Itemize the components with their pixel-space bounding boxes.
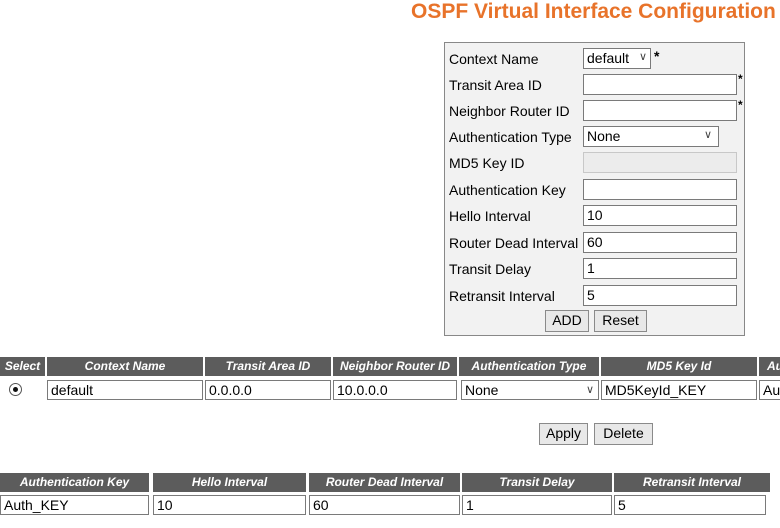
required-marker: * [738, 98, 743, 112]
authentication-type-select[interactable]: None ∨ [583, 126, 719, 147]
col-header-neighbor-router-id: Neighbor Router ID [333, 357, 457, 376]
col-header-router-dead-interval: Router Dead Interval [309, 473, 460, 492]
row-retransit-interval[interactable]: 5 [614, 495, 766, 515]
md5-key-id-input [583, 152, 737, 173]
authentication-type-value: None [587, 128, 621, 144]
neighbor-router-id-input[interactable] [583, 100, 737, 121]
row-transit-delay[interactable]: 1 [462, 495, 612, 515]
retransit-interval-row: Retransit Interval 5 [445, 283, 744, 309]
transit-delay-row: Transit Delay 1 [445, 256, 744, 282]
col-header-hello-interval: Hello Interval [153, 473, 306, 492]
hello-interval-label: Hello Interval [449, 208, 531, 224]
col-header-md5-key-id: MD5 Key Id [601, 357, 757, 376]
required-marker: * [738, 72, 743, 86]
col-header-context-name: Context Name [47, 357, 203, 376]
row-router-dead-interval[interactable]: 60 [309, 495, 460, 515]
required-marker: * [654, 48, 660, 64]
page-title: OSPF Virtual Interface Configuration [411, 0, 776, 23]
transit-delay-input[interactable]: 1 [583, 258, 737, 279]
authentication-key-label: Authentication Key [449, 182, 566, 198]
row-authentication-type-select[interactable]: None ∨ [461, 380, 599, 400]
context-name-select[interactable]: default ∨ [583, 48, 651, 69]
col-header-retransit-interval: Retransit Interval [614, 473, 770, 492]
row-authentication-type-value: None [465, 382, 499, 398]
reset-button[interactable]: Reset [594, 310, 647, 332]
transit-area-id-input[interactable] [583, 74, 737, 95]
authentication-key-row: Authentication Key [445, 177, 744, 203]
col-header-authentication-key: Authentication Key [0, 473, 149, 492]
context-name-row: Context Name default ∨ * [445, 46, 744, 72]
transit-area-id-row: Transit Area ID * [445, 72, 744, 98]
router-dead-interval-label: Router Dead Interval [449, 235, 579, 251]
chevron-down-icon: ∨ [703, 129, 712, 141]
authentication-type-label: Authentication Type [449, 129, 572, 145]
context-name-label: Context Name [449, 51, 539, 67]
context-name-value: default [587, 50, 630, 66]
neighbor-router-id-label: Neighbor Router ID [449, 103, 570, 119]
authentication-type-row: Authentication Type None ∨ [445, 124, 744, 150]
router-dead-interval-input[interactable]: 60 [583, 232, 737, 253]
neighbor-router-id-row: Neighbor Router ID * [445, 98, 744, 124]
row-authentication-key[interactable]: Au [759, 380, 780, 400]
row-hello-interval[interactable]: 10 [153, 495, 306, 515]
delete-button[interactable]: Delete [594, 423, 653, 445]
hello-interval-input[interactable]: 10 [583, 205, 737, 226]
virtual-interface-form: Context Name default ∨ * Transit Area ID… [444, 42, 745, 336]
md5-key-id-label: MD5 Key ID [449, 155, 525, 171]
row-transit-area-id[interactable]: 0.0.0.0 [205, 380, 331, 400]
retransit-interval-input[interactable]: 5 [583, 285, 737, 306]
router-dead-interval-row: Router Dead Interval 60 [445, 230, 744, 256]
md5-key-id-row: MD5 Key ID [445, 150, 744, 176]
row-context-name[interactable]: default [47, 380, 203, 400]
chevron-down-icon: ∨ [638, 51, 647, 63]
col-header-authentication-key: Authentication Key [759, 357, 780, 376]
row-select-radio[interactable] [9, 383, 22, 396]
retransit-interval-label: Retransit Interval [449, 288, 555, 304]
authentication-key-input[interactable] [583, 179, 737, 200]
col-header-select: Select [0, 357, 45, 376]
hello-interval-row: Hello Interval 10 [445, 203, 744, 229]
row-md5-key-id[interactable]: MD5KeyId_KEY [601, 380, 757, 400]
col-header-authentication-type: Authentication Type [459, 357, 599, 376]
transit-area-id-label: Transit Area ID [449, 77, 542, 93]
apply-button[interactable]: Apply [539, 423, 588, 445]
chevron-down-icon: ∨ [585, 384, 594, 396]
row-neighbor-router-id[interactable]: 10.0.0.0 [333, 380, 457, 400]
col-header-transit-area-id: Transit Area ID [205, 357, 331, 376]
col-header-transit-delay: Transit Delay [462, 473, 612, 492]
transit-delay-label: Transit Delay [449, 261, 531, 277]
add-button[interactable]: ADD [545, 310, 589, 332]
row-authentication-key[interactable]: Auth_KEY [0, 495, 149, 515]
